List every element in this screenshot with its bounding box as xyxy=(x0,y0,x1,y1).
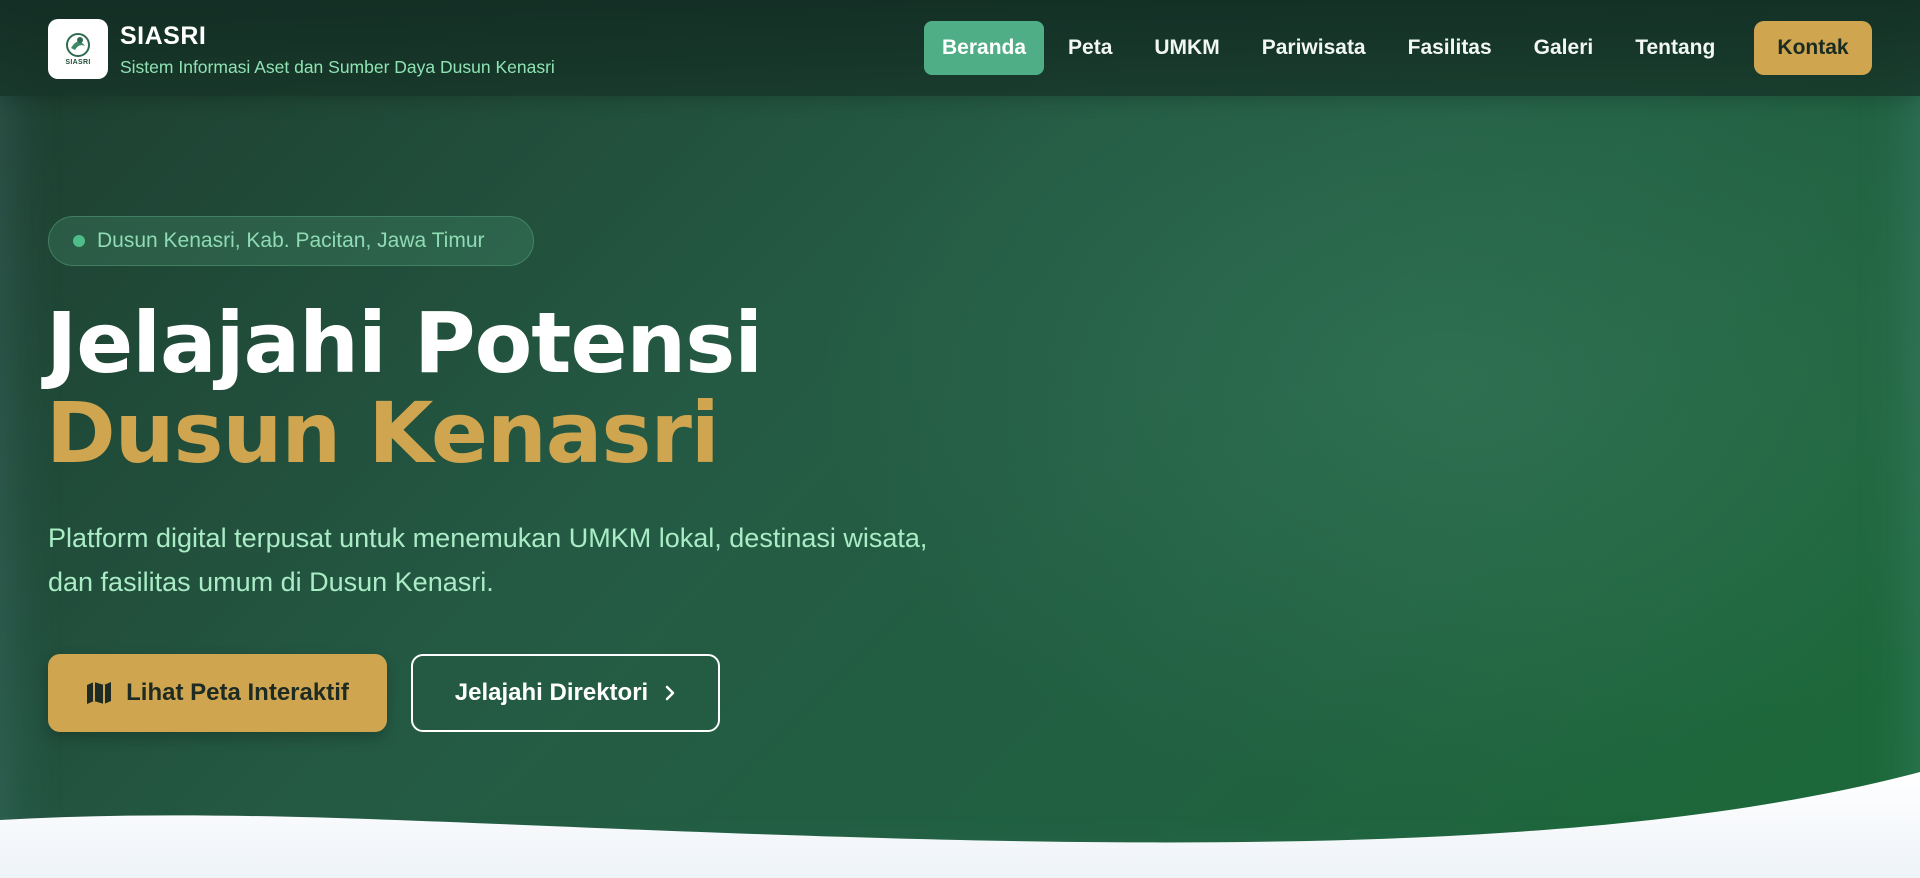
location-badge: Dusun Kenasri, Kab. Pacitan, Jawa Timur xyxy=(48,216,534,266)
map-icon xyxy=(86,681,112,705)
location-badge-text: Dusun Kenasri, Kab. Pacitan, Jawa Timur xyxy=(97,229,485,252)
logo[interactable]: SIASRI xyxy=(48,19,108,79)
headline-line-2: Dusun Kenasri xyxy=(46,384,720,482)
headline-line-1: Jelajahi Potensi xyxy=(46,294,763,392)
hero-headline: Jelajahi Potensi Dusun Kenasri xyxy=(46,294,763,482)
top-navbar: SIASRI SIASRI Sistem Informasi Aset dan … xyxy=(0,0,1920,96)
nav-links: Beranda Peta UMKM Pariwisata Fasilitas G… xyxy=(924,21,1739,75)
nav-item-pariwisata[interactable]: Pariwisata xyxy=(1244,21,1384,75)
brand-title: SIASRI xyxy=(120,22,207,50)
nav-item-tentang[interactable]: Tentang xyxy=(1617,21,1733,75)
hero-section: SIASRI SIASRI Sistem Informasi Aset dan … xyxy=(0,0,1920,878)
nav-item-fasilitas[interactable]: Fasilitas xyxy=(1390,21,1510,75)
logo-text: SIASRI xyxy=(65,59,91,66)
hero-bottom-wave xyxy=(0,772,1920,878)
status-dot-icon xyxy=(73,235,85,247)
nav-item-umkm[interactable]: UMKM xyxy=(1136,21,1237,75)
nav-item-peta[interactable]: Peta xyxy=(1050,21,1130,75)
explore-directory-button-label: Jelajahi Direktori xyxy=(454,679,649,706)
chevron-right-icon xyxy=(664,684,676,702)
nav-item-beranda[interactable]: Beranda xyxy=(924,21,1045,75)
explore-directory-button[interactable]: Jelajahi Direktori xyxy=(411,654,720,732)
view-map-button-label: Lihat Peta Interaktif xyxy=(126,679,349,706)
logo-emblem-icon xyxy=(66,33,90,57)
contact-button[interactable]: Kontak xyxy=(1754,21,1872,75)
brand-subtitle: Sistem Informasi Aset dan Sumber Daya Du… xyxy=(120,57,555,77)
view-map-button[interactable]: Lihat Peta Interaktif xyxy=(48,654,387,732)
nav-item-galeri[interactable]: Galeri xyxy=(1516,21,1612,75)
brand-text: SIASRI Sistem Informasi Aset dan Sumber … xyxy=(120,22,555,78)
brand[interactable]: SIASRI SIASRI Sistem Informasi Aset dan … xyxy=(48,19,555,79)
hero-lead-text: Platform digital terpusat untuk menemuka… xyxy=(48,523,928,597)
